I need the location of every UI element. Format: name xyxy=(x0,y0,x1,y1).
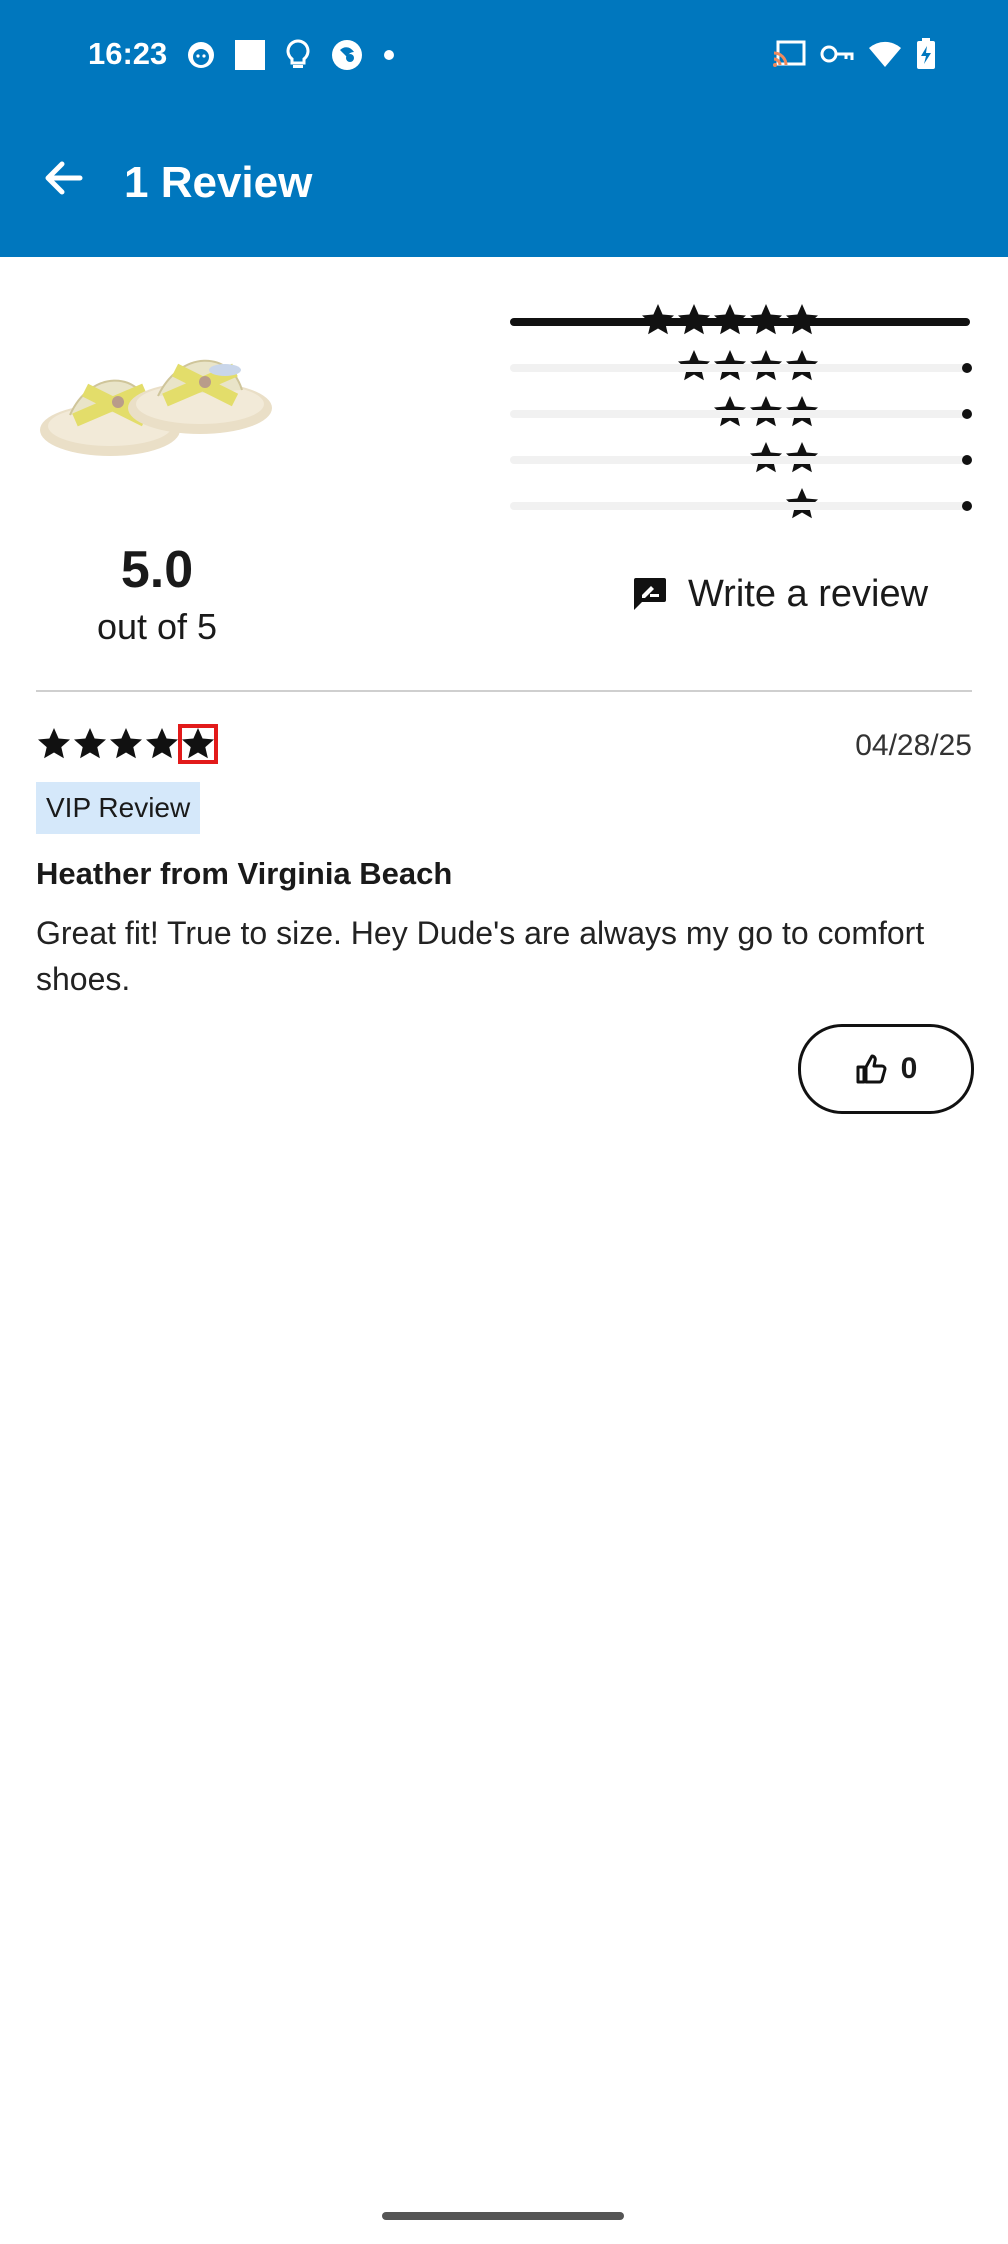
dot-icon xyxy=(384,50,394,60)
histogram-row-3[interactable] xyxy=(320,394,980,434)
histogram-bar-track xyxy=(510,502,970,510)
histogram-row-4[interactable] xyxy=(320,348,980,388)
star-icon xyxy=(182,728,214,759)
write-review-label: Write a review xyxy=(688,572,929,615)
histogram-bar-track xyxy=(510,410,970,418)
product-image xyxy=(40,359,272,456)
globe-icon xyxy=(332,40,362,70)
review-star-1 xyxy=(36,726,72,762)
helpful-button[interactable]: 0 xyxy=(798,1024,974,1114)
review-star-2 xyxy=(72,726,108,762)
battery-charging-icon xyxy=(917,38,935,69)
write-review-button[interactable]: Write a review xyxy=(632,566,928,622)
vpn-key-icon xyxy=(820,45,854,63)
histogram-row-5[interactable] xyxy=(320,302,980,342)
review-star-3 xyxy=(108,726,144,762)
app-face-icon xyxy=(188,42,214,68)
histogram-bar-end-dot xyxy=(962,455,972,465)
thumb-up-icon xyxy=(856,1054,887,1084)
review-date: 04/28/25 xyxy=(855,729,972,762)
review-rating xyxy=(36,724,218,764)
histogram-row-2[interactable] xyxy=(320,440,980,480)
average-out-of: out of 5 xyxy=(96,606,218,647)
page-title: 1 Review xyxy=(124,158,313,207)
average-rating: 5.0 xyxy=(120,541,194,599)
histogram-bar-track xyxy=(510,364,970,372)
rate-review-icon xyxy=(634,578,666,610)
reviewer-name: Heather from Virginia Beach xyxy=(36,856,453,891)
star-icon xyxy=(146,728,178,759)
wifi-icon xyxy=(869,41,901,67)
app-bar: 16:23 1 Review xyxy=(0,0,1008,257)
review-text: Great fit! True to size. Hey Dude's are … xyxy=(36,915,925,997)
histogram-row-1[interactable] xyxy=(320,486,980,526)
star-icon xyxy=(74,728,106,759)
review-star-5 xyxy=(178,724,218,764)
arrow-left-icon xyxy=(45,161,83,195)
square-icon xyxy=(235,40,265,70)
histogram-bar-end-dot xyxy=(962,409,972,419)
back-button[interactable] xyxy=(36,150,92,206)
histogram-bar-end-dot xyxy=(962,501,972,511)
histogram-bar-track xyxy=(510,318,970,326)
home-indicator[interactable] xyxy=(382,2212,624,2220)
histogram-bar-fill xyxy=(510,318,970,326)
histogram-bar-end-dot xyxy=(962,363,972,373)
helpful-count: 0 xyxy=(900,1052,918,1085)
bulb-icon xyxy=(286,39,310,68)
star-icon xyxy=(38,728,70,759)
histogram-bar-track xyxy=(510,456,970,464)
status-icons-left xyxy=(186,38,396,72)
star-icon xyxy=(110,728,142,759)
status-icons-right xyxy=(772,38,936,70)
cast-icon xyxy=(773,40,806,67)
status-time: 16:23 xyxy=(88,36,168,71)
review-star-4 xyxy=(144,726,180,762)
vip-badge: VIP Review xyxy=(36,782,201,834)
divider xyxy=(36,690,972,692)
